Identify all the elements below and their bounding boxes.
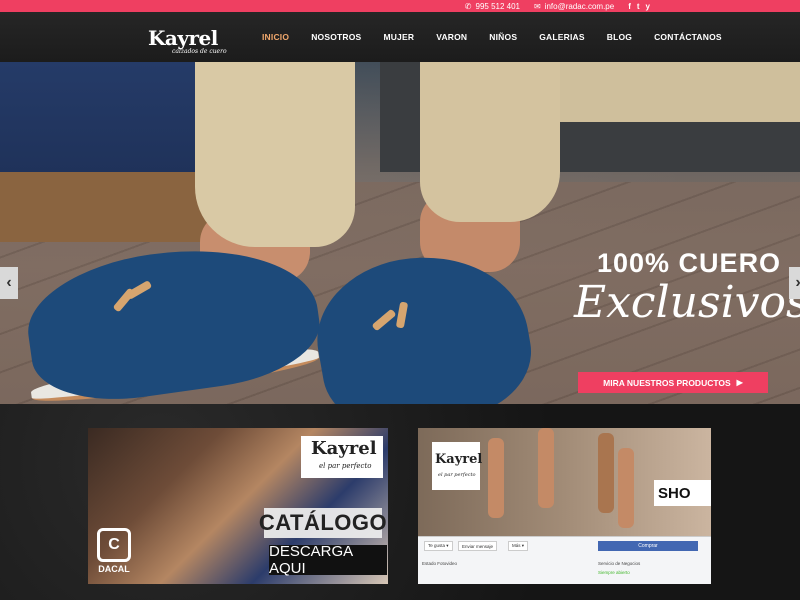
nav-item-inicio[interactable]: INICIO [262, 32, 289, 42]
fb-info-text: Servicio de Negocios [598, 561, 641, 566]
phone-number: 995 512 401 [475, 1, 521, 11]
promo-section: Kayrel el par perfecto CATÁLOGO DESCARGA… [0, 404, 800, 600]
dacal-mark: C [97, 528, 131, 562]
nav-menu: INICIO NOSOTROS MUJER VARON NIÑOS GALERI… [262, 12, 744, 62]
hero-slider: 100% CUERO Exclusivos MIRA NUESTROS PROD… [0, 62, 800, 404]
catalog-logo: Kayrel el par perfecto [301, 436, 383, 478]
catalog-tagline: el par perfecto [319, 462, 372, 470]
nav-item-contactanos[interactable]: CONTÁCTANOS [654, 32, 722, 42]
fb-message-button[interactable]: Enviar mensaje [458, 541, 498, 551]
nav-item-mujer[interactable]: MUJER [383, 32, 414, 42]
catalog-title: CATÁLOGO [259, 508, 387, 538]
model-leg [488, 438, 504, 518]
nav-item-varon[interactable]: VARON [436, 32, 467, 42]
top-info-bar: ✆ 995 512 401 ✉ info@radac.com.pe f t y [0, 0, 800, 12]
view-products-button[interactable]: MIRA NUESTROS PRODUCTOS ▶ [578, 372, 768, 393]
whatsapp-icon: ✆ [464, 1, 472, 11]
brand-tagline: calzados de cuero [172, 48, 227, 55]
email-address: info@radac.com.pe [544, 1, 615, 11]
email-contact[interactable]: ✉ info@radac.com.pe [534, 2, 614, 11]
brand-logo[interactable]: Kayrel calzados de cuero [148, 26, 227, 55]
nav-item-galerias[interactable]: GALERIAS [539, 32, 585, 42]
mail-icon: ✉ [534, 1, 541, 11]
social-links: f t y [628, 2, 650, 11]
download-catalog-button[interactable]: DESCARGA AQUI [269, 543, 387, 577]
facebook-page-strip: Te gusta ▾ Enviar mensaje Más ▾ Comprar … [418, 536, 711, 584]
hero-caption: 100% CUERO Exclusivos MIRA NUESTROS PROD… [0, 62, 800, 404]
shop-label: SHO [654, 480, 711, 506]
facebook-icon[interactable]: f [628, 2, 631, 11]
hero-script-text: Exclusivos [574, 277, 800, 328]
slider-next-button[interactable]: › [789, 267, 800, 299]
catalog-card[interactable]: Kayrel el par perfecto CATÁLOGO DESCARGA… [88, 428, 388, 584]
twitter-icon[interactable]: t [637, 2, 640, 11]
fb-status-row: Estado Fotovideo [422, 561, 458, 566]
fb-buy-button[interactable]: Comprar [598, 541, 698, 551]
youtube-icon[interactable]: y [646, 2, 650, 11]
dacal-logo: C DACAL [94, 528, 134, 578]
fb-open-text: Siempre abierto [598, 570, 630, 575]
cta-label: MIRA NUESTROS PRODUCTOS [603, 377, 731, 388]
hero-headline: 100% CUERO [597, 248, 782, 278]
model-leg [538, 428, 554, 508]
fb-more-button[interactable]: Más ▾ [508, 541, 529, 551]
nav-item-ninos[interactable]: NIÑOS [489, 32, 517, 42]
main-navigation: Kayrel calzados de cuero INICIO NOSOTROS… [0, 12, 800, 62]
nav-item-blog[interactable]: BLOG [607, 32, 632, 42]
phone-contact[interactable]: ✆ 995 512 401 [465, 2, 520, 11]
dacal-label: DACAL [98, 564, 130, 574]
shop-card[interactable]: Kayrel el par perfecto SHO Te gusta ▾ En… [418, 428, 711, 584]
catalog-brand: Kayrel [311, 438, 377, 459]
shop-tagline: el par perfecto [438, 472, 476, 478]
model-leg [618, 448, 634, 528]
fb-like-button[interactable]: Te gusta ▾ [424, 541, 453, 551]
nav-item-nosotros[interactable]: NOSOTROS [311, 32, 361, 42]
brand-name: Kayrel [148, 26, 218, 50]
slider-prev-button[interactable]: ‹ [0, 267, 18, 299]
model-leg [598, 433, 614, 513]
shop-brand: Kayrel [435, 452, 483, 467]
play-arrow-icon: ▶ [736, 378, 743, 387]
shop-logo: Kayrel el par perfecto [432, 442, 483, 490]
